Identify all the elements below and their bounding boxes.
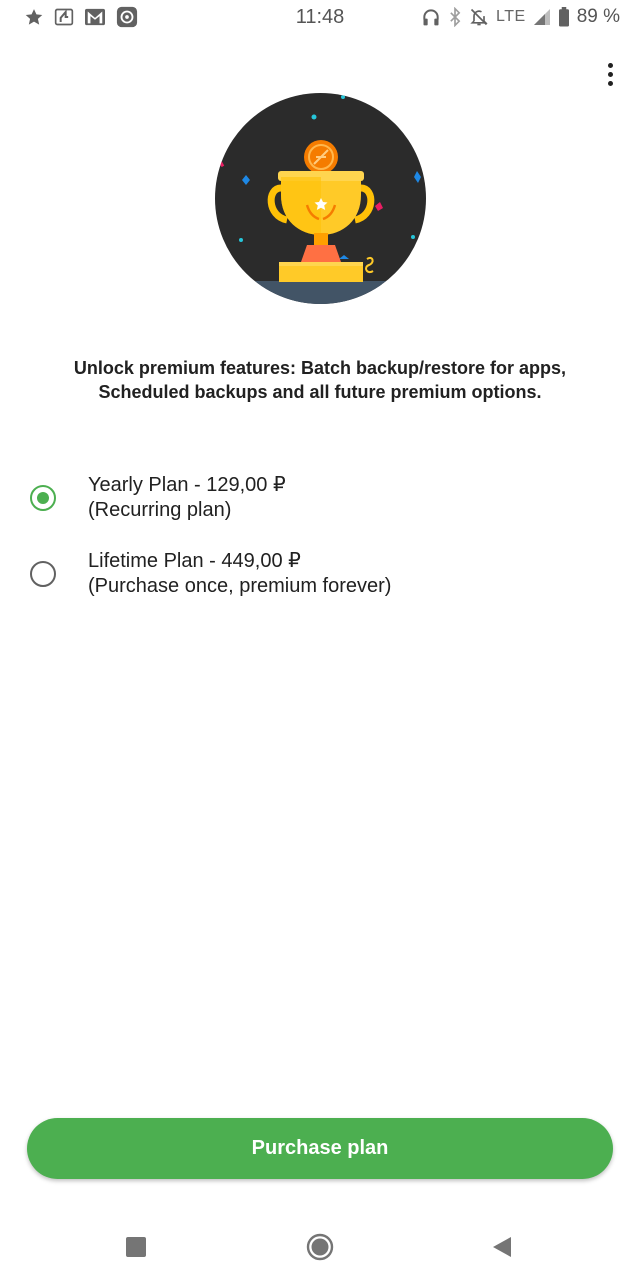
signal-icon bbox=[533, 8, 551, 26]
plan-subtitle-lifetime: (Purchase once, premium forever) bbox=[88, 575, 392, 597]
radio-button-yearly[interactable] bbox=[30, 485, 56, 511]
star-icon bbox=[24, 7, 44, 27]
network-type: LTE bbox=[496, 8, 526, 25]
gmail-icon bbox=[84, 7, 106, 27]
status-bar-left bbox=[24, 6, 224, 28]
status-bar: 11:48 LTE 89 % bbox=[0, 0, 640, 34]
menu-dot bbox=[607, 71, 613, 77]
menu-dot bbox=[607, 62, 613, 68]
premium-hero-image bbox=[215, 93, 426, 304]
notifications-off-icon bbox=[469, 7, 489, 27]
radio-button-lifetime[interactable] bbox=[30, 561, 56, 587]
plan-subtitle-yearly: (Recurring plan) bbox=[88, 499, 232, 521]
battery-icon bbox=[558, 7, 570, 27]
plan-text-lifetime: Lifetime Plan - 449,00 ₽ (Purchase once,… bbox=[88, 549, 391, 599]
trophy-icon bbox=[215, 93, 426, 304]
back-icon[interactable] bbox=[488, 1233, 516, 1261]
menu-dot bbox=[607, 80, 613, 86]
plan-text-yearly: Yearly Plan - 129,00 ₽ (Recurring plan) bbox=[88, 473, 286, 523]
app-notification-icon bbox=[116, 6, 138, 28]
headphones-icon bbox=[421, 7, 441, 27]
plan-title-yearly: Yearly Plan - 129,00 ₽ bbox=[88, 474, 286, 496]
recents-icon[interactable] bbox=[122, 1233, 150, 1261]
premium-description: Unlock premium features: Batch backup/re… bbox=[73, 358, 567, 402]
purchase-plan-button[interactable]: Purchase plan bbox=[27, 1118, 613, 1179]
more-vert-icon[interactable] bbox=[592, 56, 628, 92]
plan-option-lifetime[interactable]: Lifetime Plan - 449,00 ₽ (Purchase once,… bbox=[24, 542, 604, 606]
plan-option-yearly[interactable]: Yearly Plan - 129,00 ₽ (Recurring plan) bbox=[24, 466, 604, 530]
navigation-bar bbox=[0, 1214, 640, 1280]
notification-4-icon bbox=[54, 7, 74, 27]
battery-percentage: 89 % bbox=[576, 6, 620, 27]
bluetooth-icon bbox=[448, 7, 462, 27]
status-bar-right: LTE 89 % bbox=[420, 6, 620, 28]
home-icon[interactable] bbox=[306, 1233, 334, 1261]
plan-title-lifetime: Lifetime Plan - 449,00 ₽ bbox=[88, 550, 301, 572]
